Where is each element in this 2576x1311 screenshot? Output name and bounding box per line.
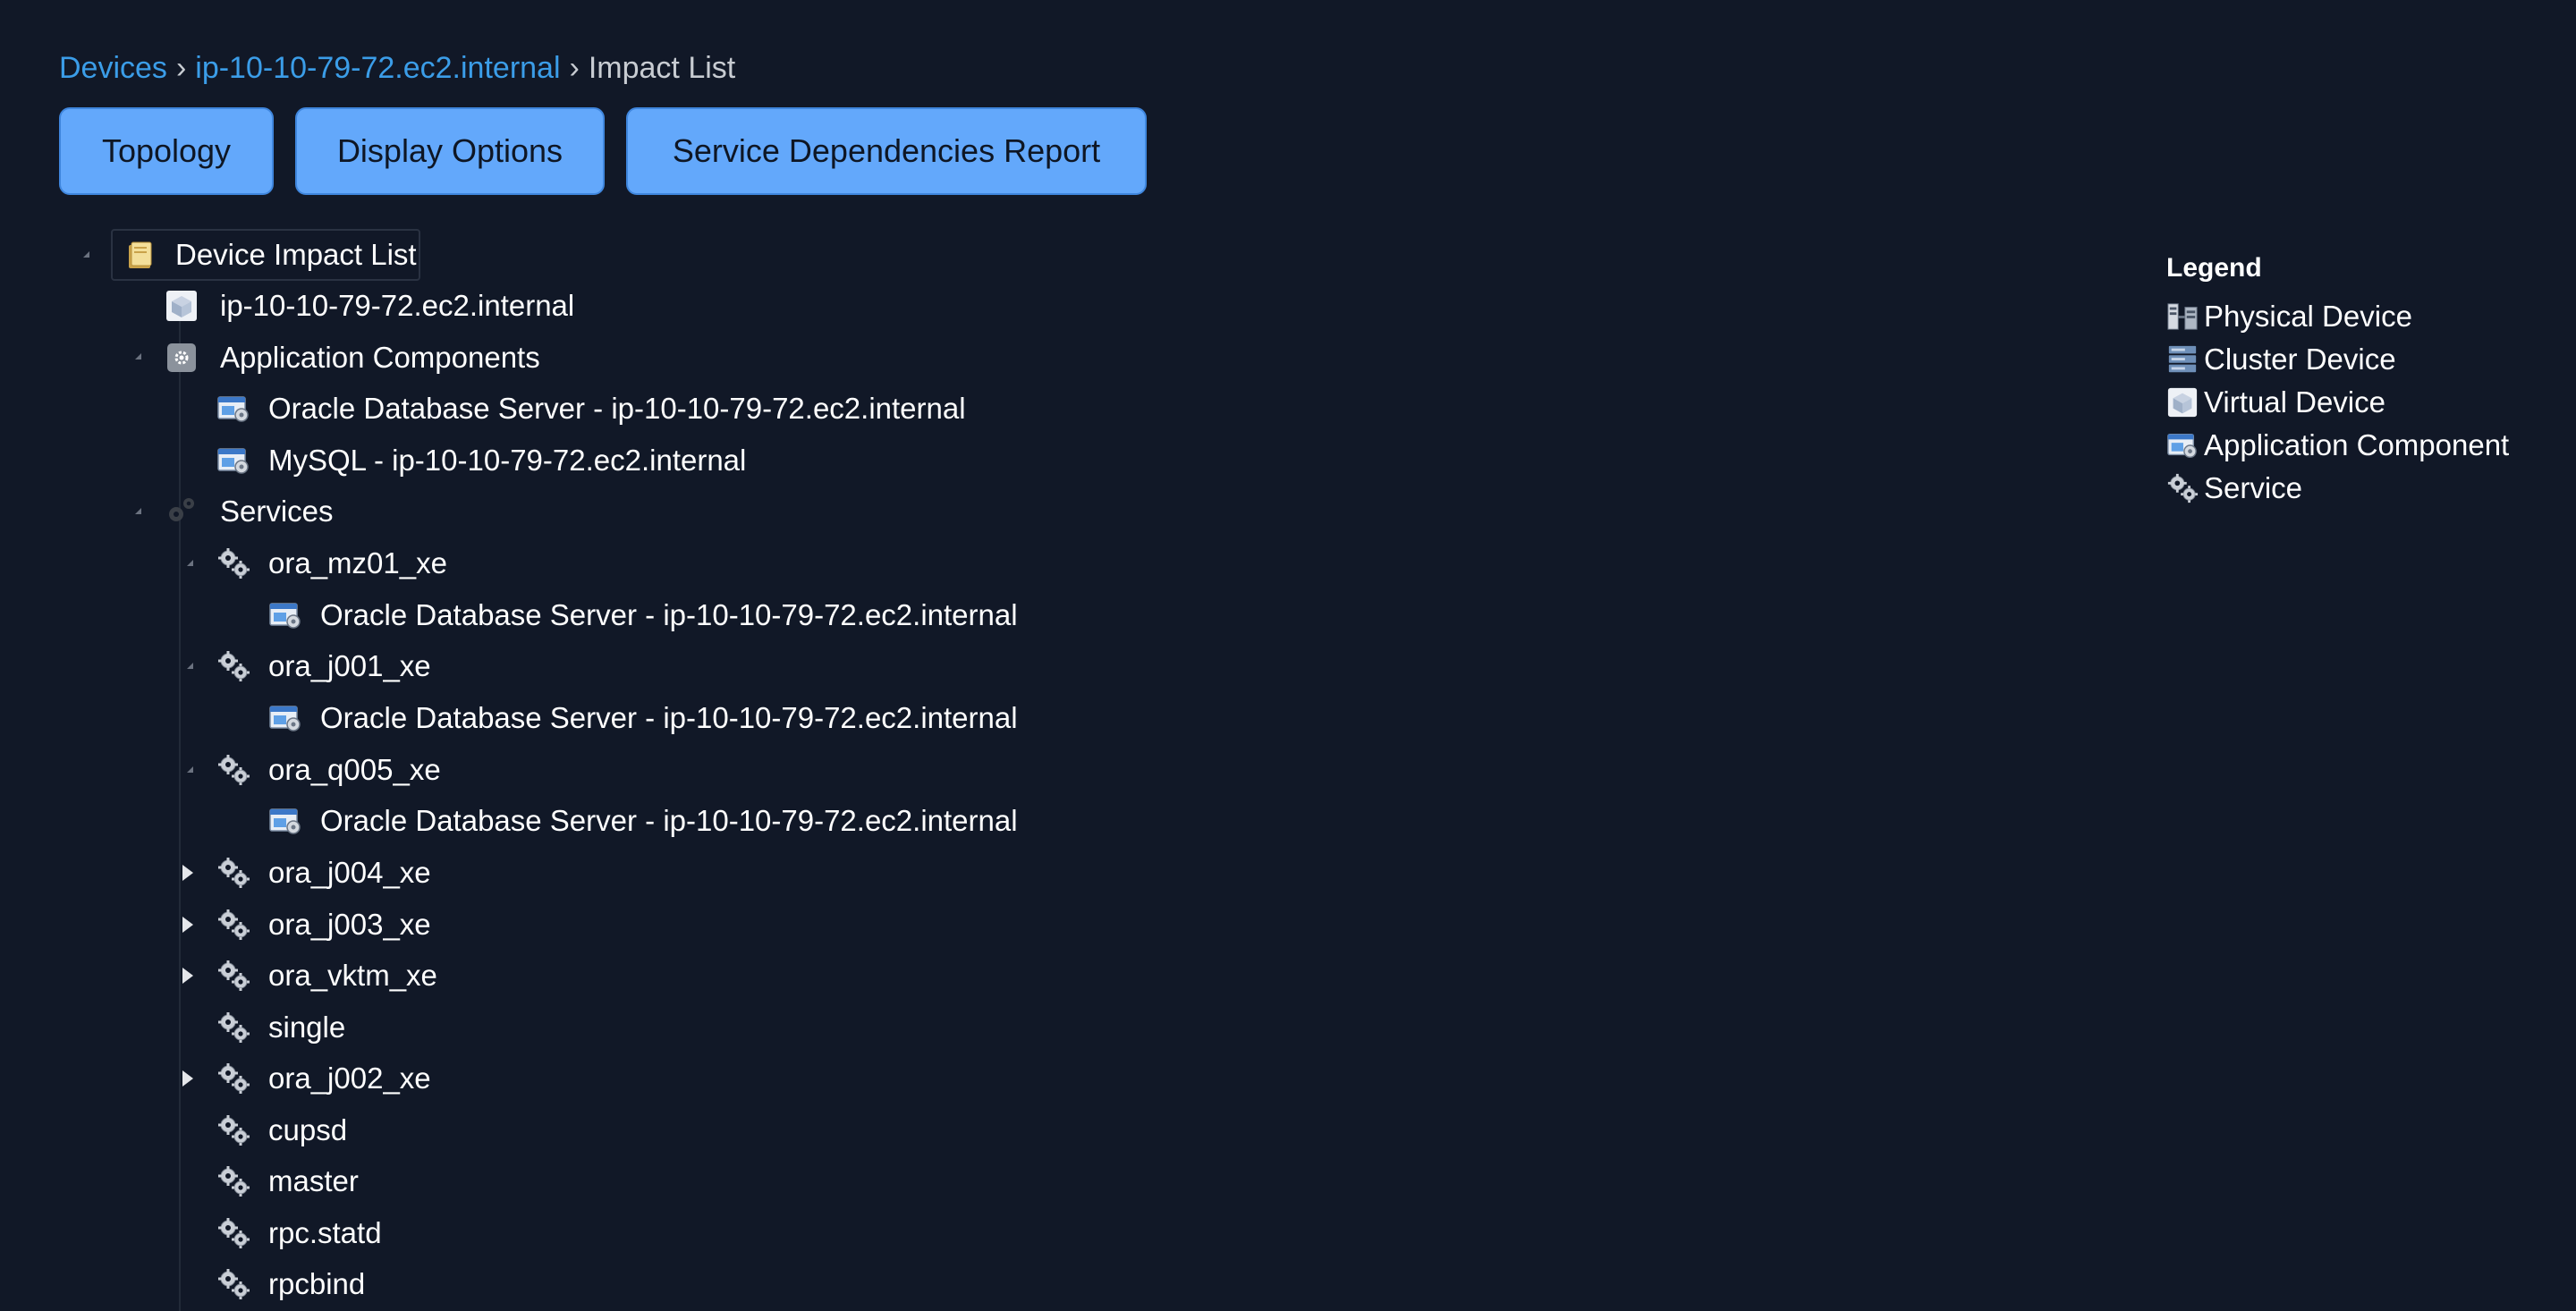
legend-item: Virtual Device	[2166, 381, 2509, 424]
legend-item: Physical Device	[2166, 295, 2509, 338]
tree-node-label: ora_j003_xe	[268, 908, 431, 941]
tree-node-label: rpc.statd	[268, 1216, 382, 1249]
expand-toggle-icon[interactable]	[175, 1066, 200, 1091]
tree-node-label: Oracle Database Server - ip-10-10-79-72.…	[320, 804, 1018, 837]
service-icon	[216, 1164, 250, 1198]
expand-toggle-icon[interactable]	[175, 860, 200, 885]
virtual-device-icon	[2166, 386, 2199, 419]
legend-item: Service	[2166, 467, 2509, 510]
expand-toggle-icon[interactable]	[125, 343, 150, 368]
tree-node-label: single	[268, 1011, 346, 1044]
tree-node-app-component[interactable]: MySQL - ip-10-10-79-72.ec2.internal	[216, 439, 746, 482]
tree-node-service[interactable]: single	[216, 1006, 345, 1049]
tree-guide-line	[179, 295, 181, 1311]
tree-node-service[interactable]: rpc.statd	[216, 1212, 382, 1255]
service-icon	[216, 546, 250, 580]
tree-node-label: Device Impact List	[175, 238, 417, 271]
tree-node-service[interactable]: rpcbind	[216, 1263, 365, 1306]
tree-node-service[interactable]: ora_j004_xe	[216, 851, 431, 894]
tree-node-service[interactable]: ora_j001_xe	[216, 645, 431, 688]
expand-toggle-icon[interactable]	[177, 653, 202, 678]
virtual-device-icon	[165, 289, 199, 323]
tree-node-app-component[interactable]: Oracle Database Server - ip-10-10-79-72.…	[268, 799, 1018, 842]
service-icon	[216, 753, 250, 787]
application-component-icon	[268, 804, 302, 838]
service-icon	[216, 649, 250, 683]
tree-node-root[interactable]: Device Impact List	[123, 233, 417, 276]
tree-node-service[interactable]: ora_mz01_xe	[216, 542, 447, 585]
legend-label: Virtual Device	[2204, 385, 2385, 419]
tree-node-label: ora_vktm_xe	[268, 959, 437, 992]
application-component-icon	[268, 701, 302, 735]
legend: Legend Physical Device Cluster Device Vi…	[2166, 250, 2509, 510]
tree-node-app-component[interactable]: Oracle Database Server - ip-10-10-79-72.…	[268, 697, 1018, 740]
tree-node-app-component[interactable]: Oracle Database Server - ip-10-10-79-72.…	[216, 387, 966, 430]
tree-node-app-component[interactable]: Oracle Database Server - ip-10-10-79-72.…	[268, 594, 1018, 637]
expand-toggle-icon[interactable]	[175, 912, 200, 937]
tree-node-label: Services	[220, 495, 334, 528]
service-icon	[2166, 472, 2199, 504]
tree-node-application-components[interactable]: Application Components	[165, 336, 540, 379]
tree-node-services[interactable]: Services	[165, 490, 334, 533]
tree-node-label: Oracle Database Server - ip-10-10-79-72.…	[320, 598, 1018, 631]
legend-item: Application Component	[2166, 424, 2509, 467]
expand-toggle-icon[interactable]	[177, 550, 202, 575]
tree-node-label: master	[268, 1164, 359, 1197]
expand-toggle-icon[interactable]	[177, 757, 202, 782]
application-component-icon	[2166, 429, 2199, 461]
legend-label: Cluster Device	[2204, 343, 2396, 376]
legend-title: Legend	[2166, 253, 2262, 283]
service-icon	[216, 1113, 250, 1147]
expand-toggle-icon[interactable]	[73, 241, 98, 266]
tree-node-label: ora_q005_xe	[268, 753, 441, 786]
tree-node-label: ora_j002_xe	[268, 1061, 431, 1095]
tree-node-device[interactable]: ip-10-10-79-72.ec2.internal	[165, 284, 574, 327]
physical-device-icon	[2166, 300, 2199, 333]
tree-node-label: cupsd	[268, 1113, 348, 1146]
gear-box-icon	[165, 341, 199, 375]
tree-node-service[interactable]: master	[216, 1160, 359, 1203]
service-icon	[216, 1011, 250, 1045]
tree-node-label: ora_j004_xe	[268, 856, 431, 889]
legend-label: Application Component	[2204, 428, 2510, 461]
tree-node-label: ora_mz01_xe	[268, 546, 447, 579]
legend-label: Physical Device	[2204, 300, 2412, 333]
cluster-device-icon	[2166, 343, 2199, 376]
folder-icon	[123, 238, 157, 272]
tree-node-label: MySQL - ip-10-10-79-72.ec2.internal	[268, 444, 747, 477]
tree-node-service[interactable]: ora_q005_xe	[216, 749, 441, 791]
service-icon	[216, 1216, 250, 1250]
application-component-icon	[216, 392, 250, 426]
service-icon	[216, 908, 250, 942]
expand-toggle-icon[interactable]	[125, 498, 150, 523]
legend-item: Cluster Device	[2166, 338, 2509, 381]
application-component-icon	[216, 444, 250, 478]
tree-node-label: Application Components	[220, 341, 540, 374]
expand-toggle-icon[interactable]	[175, 963, 200, 988]
application-component-icon	[268, 598, 302, 632]
tree-node-label: Oracle Database Server - ip-10-10-79-72.…	[268, 392, 966, 425]
tree-node-label: ora_j001_xe	[268, 649, 431, 682]
tree-node-service[interactable]: ora_j002_xe	[216, 1057, 431, 1100]
tree-node-service[interactable]: ora_vktm_xe	[216, 954, 437, 997]
services-icon	[165, 495, 199, 529]
service-icon	[216, 959, 250, 993]
tree-node-label: rpcbind	[268, 1267, 366, 1300]
impact-tree: Device Impact List ip-10-10-79-72.ec2.in…	[0, 0, 1163, 1311]
tree-node-label: Oracle Database Server - ip-10-10-79-72.…	[320, 701, 1018, 734]
tree-node-service[interactable]: ora_j003_xe	[216, 903, 431, 946]
tree-node-service[interactable]: cupsd	[216, 1109, 347, 1152]
tree-node-label: ip-10-10-79-72.ec2.internal	[220, 289, 575, 322]
legend-label: Service	[2204, 471, 2303, 504]
service-icon	[216, 856, 250, 890]
service-icon	[216, 1061, 250, 1095]
service-icon	[216, 1267, 250, 1301]
